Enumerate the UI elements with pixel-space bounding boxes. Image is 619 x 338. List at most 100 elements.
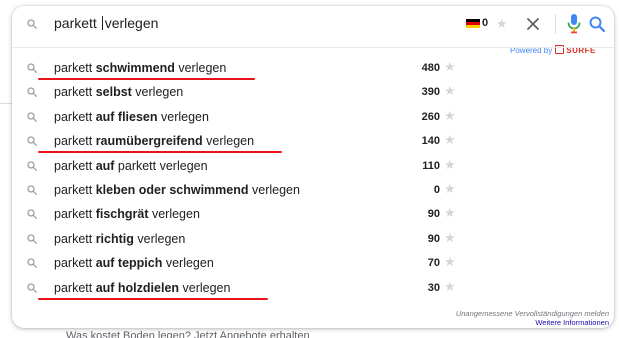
- search-volume: 260: [421, 110, 440, 123]
- search-volume: 90: [427, 232, 440, 245]
- suggestion-label: parkett auf parkett verlegen: [54, 158, 208, 174]
- star-icon[interactable]: ★: [444, 255, 456, 269]
- suggestion-text-prefix: parkett: [54, 280, 96, 295]
- star-icon[interactable]: ★: [444, 157, 456, 172]
- star-icon[interactable]: ★: [496, 17, 508, 30]
- suggestion-text-suffix: verlegen: [162, 256, 214, 271]
- suggestion-text-suffix: verlegen: [179, 280, 231, 295]
- microphone-icon: [567, 14, 581, 34]
- star-icon[interactable]: ★: [444, 279, 456, 294]
- search-icon: [27, 282, 37, 293]
- search-volume: 110: [422, 159, 440, 172]
- background-text: Was kostet Boden legen? Jetzt Angebote e…: [66, 330, 310, 338]
- suggestion-text-prefix: parkett: [54, 109, 96, 124]
- search-icon: [27, 112, 37, 122]
- suggestion-label: parkett auf teppich verlegen: [54, 255, 214, 271]
- star-icon[interactable]: ★: [444, 133, 456, 147]
- suggestion-label: parkett selbst verlegen: [54, 84, 183, 100]
- suggestion-text-prefix: parkett: [54, 158, 96, 173]
- suggestion-text-bold: auf teppich: [95, 256, 163, 271]
- search-icon: [27, 160, 37, 171]
- search-icon: [27, 185, 37, 195]
- search-volume: 390: [421, 86, 440, 99]
- star-icon[interactable]: ★: [444, 84, 456, 98]
- search-autocomplete-box: parkett verlegen 0 ★ Powered by SURFE pa…: [12, 6, 614, 328]
- suggestion-text-bold: raumübergreifend: [95, 134, 203, 149]
- suggestion-text-suffix: verlegen: [248, 183, 300, 197]
- star-icon[interactable]: ★: [444, 206, 456, 220]
- suggestion-label: parkett richtig verlegen: [54, 231, 185, 247]
- star-icon[interactable]: ★: [444, 230, 456, 245]
- suggestion-text-suffix: verlegen: [202, 134, 255, 149]
- suggestion-text-bold: selbst: [95, 85, 132, 100]
- search-input-value-before: parkett: [54, 15, 101, 31]
- suggestion-text-prefix: parkett: [54, 183, 96, 197]
- suggestion-text-bold: schwimmend: [95, 61, 175, 75]
- suggestion-label: parkett raumübergreifend verlegen: [54, 133, 254, 149]
- report-link[interactable]: Unangemessene Vervollständigungen melden: [456, 309, 609, 318]
- search-icon: [27, 234, 37, 244]
- page: Was kostet Boden legen? Jetzt Angebote e…: [0, 0, 619, 338]
- search-input-value-after: verlegen: [104, 15, 159, 31]
- search-icon: [27, 136, 37, 147]
- suggestion-item[interactable]: parkett auf fliesen verlegen 260 ★: [12, 105, 614, 129]
- star-icon[interactable]: ★: [444, 108, 456, 123]
- suggestion-item[interactable]: parkett richtig verlegen 90 ★: [12, 227, 614, 251]
- suggestion-text-suffix: verlegen: [157, 109, 209, 124]
- suggestion-item[interactable]: parkett auf teppich verlegen 70 ★: [12, 251, 614, 275]
- german-flag-icon[interactable]: [466, 19, 480, 28]
- search-volume: 480: [421, 62, 440, 74]
- text-caret: [101, 16, 103, 30]
- highlight-underline: [38, 297, 268, 300]
- suggestion-text-bold: auf fliesen: [95, 109, 158, 124]
- star-icon[interactable]: ★: [444, 182, 456, 196]
- suggestion-label: parkett schwimmend verlegen: [54, 60, 226, 76]
- more-info-link[interactable]: Weitere Informationen: [535, 318, 609, 327]
- suggestion-text-prefix: parkett: [54, 207, 96, 222]
- clear-button[interactable]: [524, 15, 542, 33]
- suggestion-text-bold: auf: [95, 158, 115, 173]
- suggestion-item[interactable]: parkett fischgrät verlegen 90 ★: [12, 202, 614, 226]
- suggestion-text-suffix: parkett verlegen: [114, 158, 208, 173]
- suggestion-text-suffix: verlegen: [148, 207, 200, 222]
- voice-search-button[interactable]: [566, 13, 582, 35]
- search-icon: [27, 87, 37, 98]
- suggestion-text-suffix: verlegen: [131, 85, 184, 100]
- search-volume: 70: [427, 257, 440, 270]
- suggestion-label: parkett fischgrät verlegen: [54, 206, 200, 222]
- search-icon: [589, 16, 606, 33]
- suggestion-text-prefix: parkett: [54, 134, 96, 149]
- suggestion-text-bold: auf holzdielen: [95, 280, 180, 295]
- search-volume: 90: [427, 208, 440, 221]
- toolbar-divider: [555, 14, 556, 34]
- search-volume: 0: [433, 184, 440, 196]
- suggestion-text-prefix: parkett: [54, 85, 96, 100]
- close-icon: [527, 18, 539, 30]
- suggestion-text-prefix: parkett: [54, 256, 96, 271]
- search-icon: [27, 258, 37, 269]
- divider: [12, 47, 614, 48]
- search-input[interactable]: parkett verlegen: [54, 15, 158, 31]
- suggestion-item[interactable]: parkett schwimmend verlegen 480 ★: [12, 56, 614, 80]
- search-volume: 30: [427, 281, 440, 294]
- suggestion-text-suffix: verlegen: [133, 231, 186, 246]
- suggestion-label: parkett kleben oder schwimmend verlegen: [54, 182, 300, 198]
- suggestion-item[interactable]: parkett auf parkett verlegen 110 ★: [12, 154, 614, 178]
- suggestion-item[interactable]: parkett raumübergreifend verlegen 140 ★: [12, 129, 614, 154]
- suggestion-text-suffix: verlegen: [174, 61, 227, 75]
- suggestion-text-bold: kleben oder schwimmend: [95, 183, 249, 197]
- suggestion-item[interactable]: parkett kleben oder schwimmend verlegen 0…: [12, 178, 614, 202]
- search-input-row[interactable]: parkett verlegen 0 ★: [12, 6, 614, 42]
- suggestion-text-prefix: parkett: [54, 231, 96, 246]
- suggestion-label: parkett auf holzdielen verlegen: [54, 280, 230, 296]
- suggestion-item[interactable]: parkett auf holzdielen verlegen 30 ★: [12, 276, 614, 300]
- suggestion-item[interactable]: parkett selbst verlegen 390 ★: [12, 80, 614, 104]
- suggestion-text-bold: fischgrät: [95, 207, 149, 222]
- search-icon: [27, 209, 37, 220]
- keyword-count: 0: [482, 17, 489, 29]
- suggestion-text-prefix: parkett: [54, 61, 96, 75]
- search-submit-button[interactable]: [588, 15, 606, 33]
- star-icon[interactable]: ★: [444, 60, 456, 74]
- search-icon: [27, 63, 37, 73]
- search-icon: [27, 19, 37, 29]
